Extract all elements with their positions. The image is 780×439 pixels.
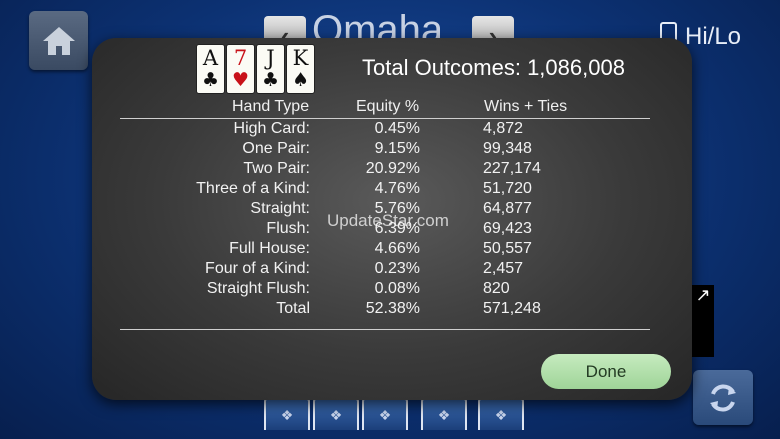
done-button[interactable]: Done — [541, 354, 671, 389]
table-row: Full House: 4.66% 50,557 — [120, 239, 633, 259]
hand-type-cell: Three of a Kind: — [196, 180, 310, 197]
watermark-text: UpdateStar.com — [327, 211, 449, 230]
wins-cell: 50,557 — [483, 240, 532, 257]
refresh-icon — [710, 384, 736, 411]
equity-cell: 0.08% — [374, 280, 420, 297]
table-row: High Card: 0.45% 4,872 — [120, 119, 633, 139]
hand-type-cell: Straight: — [250, 200, 310, 217]
arrow-up-right-icon: ↗ — [695, 285, 711, 305]
card-rank: J — [266, 46, 275, 70]
playing-card: K ♠ — [286, 44, 315, 94]
home-button[interactable] — [29, 11, 88, 70]
playing-card: A ♣ — [196, 44, 225, 94]
card-slot[interactable]: ❖ — [313, 398, 359, 430]
wins-cell: 571,248 — [483, 300, 541, 317]
equity-cell: 9.15% — [374, 140, 420, 157]
card-back-icon: ❖ — [378, 406, 392, 423]
hilo-label: Hi/Lo — [685, 23, 742, 50]
hand-type-cell: Full House: — [229, 240, 310, 257]
total-outcomes: Total Outcomes: 1,086,008 — [362, 55, 625, 80]
wins-cell: 2,457 — [483, 260, 524, 277]
heart-suit-icon: ♥ — [231, 69, 250, 91]
expand-button[interactable]: ↗ — [692, 285, 714, 357]
wins-cell: 820 — [483, 280, 510, 297]
player-hand: A ♣ 7 ♥ J ♣ K ♠ — [196, 44, 315, 94]
playing-card: J ♣ — [256, 44, 285, 94]
table-row: Four of a Kind: 0.23% 2,457 — [120, 259, 633, 279]
odds-results-dialog: A ♣ 7 ♥ J ♣ K ♠ Total Outcomes: 1,086,00… — [92, 38, 692, 400]
equity-cell: 20.92% — [365, 160, 420, 177]
equity-cell: 0.45% — [374, 120, 420, 137]
card-slot[interactable]: ❖ — [264, 398, 310, 430]
hand-type-cell: Total — [276, 300, 310, 317]
hand-type-cell: One Pair: — [242, 140, 310, 157]
table-row: Straight Flush: 0.08% 820 — [120, 279, 633, 299]
card-slot[interactable]: ❖ — [362, 398, 408, 430]
wins-cell: 227,174 — [483, 160, 541, 177]
equity-cell: 0.23% — [374, 260, 420, 277]
wins-cell: 64,877 — [483, 200, 532, 217]
card-rank: 7 — [233, 46, 248, 70]
table-row: Two Pair: 20.92% 227,174 — [120, 159, 633, 179]
wins-cell: 51,720 — [483, 180, 532, 197]
equity-cell: 52.38% — [365, 300, 420, 317]
hand-type-cell: Two Pair: — [243, 160, 310, 177]
card-back-icon: ❖ — [437, 406, 451, 423]
card-back-icon: ❖ — [494, 406, 508, 423]
spade-suit-icon: ♠ — [291, 69, 310, 91]
total-row: Total 52.38% 571,248 — [120, 299, 633, 319]
card-rank: A — [202, 46, 219, 70]
wins-cell: 4,872 — [483, 120, 524, 137]
footer-divider — [120, 329, 650, 330]
card-slot[interactable]: ❖ — [478, 398, 524, 430]
hand-type-cell: Flush: — [266, 220, 310, 237]
equity-cell: 4.76% — [374, 180, 420, 197]
home-icon — [42, 26, 75, 55]
card-slot[interactable]: ❖ — [421, 398, 467, 430]
column-header-hand-type: Hand Type — [232, 98, 310, 115]
club-suit-icon: ♣ — [201, 69, 220, 91]
card-back-icon: ❖ — [280, 406, 294, 423]
hand-type-cell: Straight Flush: — [206, 280, 310, 297]
table-row: Three of a Kind: 4.76% 51,720 — [120, 179, 633, 199]
column-header-wins-ties: Wins + Ties — [484, 98, 568, 115]
wins-cell: 99,348 — [483, 140, 532, 157]
table-row: One Pair: 9.15% 99,348 — [120, 139, 633, 159]
club-suit-icon: ♣ — [261, 69, 280, 91]
hand-type-cell: Four of a Kind: — [205, 260, 310, 277]
card-rank: K — [292, 46, 309, 70]
playing-card: 7 ♥ — [226, 44, 255, 94]
hand-type-cell: High Card: — [233, 120, 310, 137]
card-back-icon: ❖ — [329, 406, 343, 423]
equity-cell: 4.66% — [374, 240, 420, 257]
refresh-button[interactable] — [693, 370, 753, 425]
column-header-equity: Equity % — [356, 98, 420, 115]
wins-cell: 69,423 — [483, 220, 532, 237]
